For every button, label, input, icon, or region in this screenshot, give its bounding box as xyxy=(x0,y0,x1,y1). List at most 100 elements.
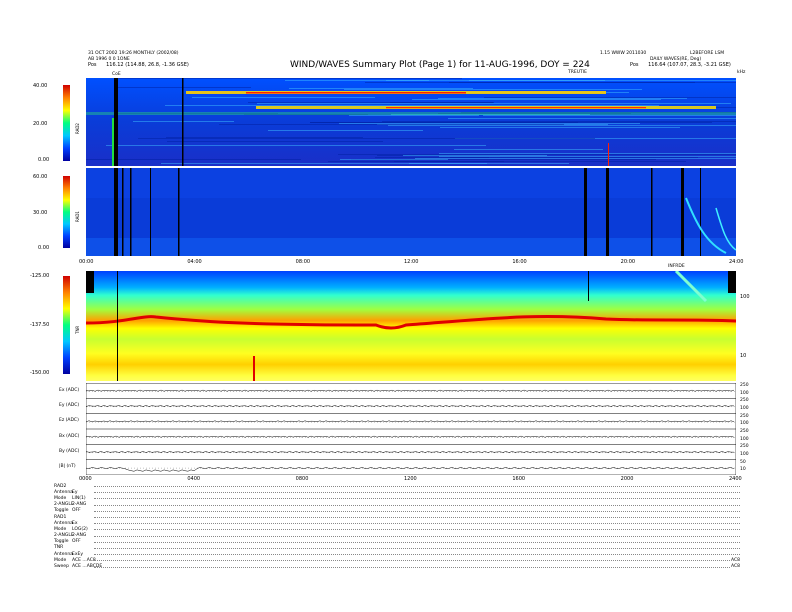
line-panel-label: Ez (ADC) xyxy=(59,418,79,424)
parameter-value: Ey xyxy=(72,489,78,495)
parameter-value: OFF xyxy=(72,539,81,545)
rad2-streak xyxy=(409,163,569,164)
parameter-value: LIN(1) xyxy=(72,495,86,501)
time-tick-label: 08:00 xyxy=(295,259,311,265)
rad1-gap xyxy=(114,168,118,256)
rad2-streak xyxy=(344,89,642,90)
bottom-time-tick-label: 1200 xyxy=(404,476,417,482)
rad2-streak xyxy=(166,137,363,138)
rad2-streak xyxy=(449,82,695,83)
rad1-gap xyxy=(606,168,609,256)
parameter-dots xyxy=(94,510,740,512)
line-panel-label: Ex (ADC) xyxy=(59,387,80,393)
rad2-streak xyxy=(412,99,661,100)
bottom-time-tick-label: 0000 xyxy=(79,476,92,482)
parameter-value: ExEy xyxy=(72,551,84,557)
time-tick-label: 16:00 xyxy=(512,259,527,265)
rad2-streak xyxy=(403,155,547,156)
time-tick-label: 12:00 xyxy=(404,259,419,265)
rad2-streak xyxy=(138,138,595,139)
rad2-streak xyxy=(388,125,736,126)
rad2-ytick-bottom: 0.00 xyxy=(38,157,50,163)
parameter-value: OFF xyxy=(72,508,81,514)
parameter-value: LOG(2) xyxy=(72,526,88,532)
line-panel-right-tick: 100 xyxy=(740,436,749,442)
line-panels xyxy=(86,383,736,475)
rad1-spectrogram xyxy=(86,168,736,256)
rad2-streak xyxy=(349,115,479,116)
parameter-key: Antenna xyxy=(54,520,73,526)
line-panel-right-tick: 250 xyxy=(740,429,749,434)
header-pos-right: Pos 116.64 (107.07, 28.3, -3.21 GSE) xyxy=(630,63,731,68)
parameter-key: 2-ANGLE xyxy=(54,502,74,508)
parameter-dots xyxy=(94,522,740,525)
rad2-streak xyxy=(484,97,736,98)
rad2-streak xyxy=(118,87,251,88)
rad2-red-tick xyxy=(608,143,609,166)
parameter-value: ACE ...ABCDE xyxy=(72,564,103,570)
parameter-key: Mode xyxy=(54,557,67,563)
parameter-value: ACE ...AC8 xyxy=(72,557,96,563)
header-line1-right-b: L2BEFORE LSM xyxy=(690,51,725,56)
parameter-dots xyxy=(94,485,740,488)
header-line1-left: 31 OCT 2002 19:26 MONTHLY (2002/08) xyxy=(88,51,179,56)
parameter-end: AC8 xyxy=(730,564,740,570)
rad2-streak xyxy=(219,124,564,125)
tnr-spectrogram xyxy=(86,271,736,381)
rad2-streak xyxy=(289,88,473,89)
rad2-streak xyxy=(167,141,383,142)
rad2-streak xyxy=(165,105,659,106)
line-panel-label: Ey (ADC) xyxy=(59,402,80,408)
pos-left-value: 116.12 (114.88, 26.8, -1.36 GSE) xyxy=(106,62,189,68)
parameter-key: Antenna xyxy=(54,551,73,557)
rad2-green-column xyxy=(112,118,114,166)
line-panel-right-tick: 250 xyxy=(740,383,749,388)
rad1-ytick-top: 60.00 xyxy=(33,174,48,180)
rad2-streak xyxy=(86,159,301,160)
parameter-dots xyxy=(94,547,740,549)
rad1-gap xyxy=(130,168,132,256)
tnr-ytick-mid: -137.50 xyxy=(30,322,50,328)
rad2-gap-1 xyxy=(114,78,118,166)
parameter-key: TNR xyxy=(54,545,64,551)
line-panel-right-tick: 100 xyxy=(740,390,749,396)
line-panel-label: Bx (ADC) xyxy=(59,433,80,439)
rad2-streak xyxy=(192,97,375,98)
rad2-streak xyxy=(440,127,680,128)
rad1-label: RAD1 xyxy=(75,211,80,222)
header-line1-right: 1.15 WWW 2011030 xyxy=(600,51,647,56)
parameter-dots xyxy=(94,491,740,494)
bottom-time-tick-label: 2000 xyxy=(620,476,634,482)
tnr-gap-left xyxy=(86,271,94,293)
parameter-key: RAD1 xyxy=(54,514,67,520)
tnr-vline-1 xyxy=(117,271,118,381)
parameter-key: Toggle xyxy=(54,539,69,545)
rad2-spectrogram xyxy=(86,78,736,166)
parameter-value: Ex xyxy=(72,520,78,526)
tnr-marker: INFRDE xyxy=(668,264,685,269)
top-marker-right: kHz xyxy=(737,70,746,75)
tnr-gap-right xyxy=(728,271,736,293)
rad2-streak xyxy=(483,115,736,116)
pos-left-label: Pos xyxy=(88,62,97,68)
rad2-ytick-top: 40.00 xyxy=(33,83,48,89)
rad2-streak xyxy=(438,98,687,99)
parameter-dots xyxy=(94,541,740,543)
rad2-label: RAD2 xyxy=(75,123,80,134)
parameter-dots xyxy=(94,516,740,519)
time-tick-label: 00:00 xyxy=(79,259,94,265)
parameter-key: Mode xyxy=(54,495,67,501)
parameter-dots xyxy=(94,553,740,556)
tnr-colorbar xyxy=(63,276,70,374)
rad2-gap-2 xyxy=(182,78,184,166)
rad2-streak xyxy=(268,130,423,131)
rad2-streak xyxy=(338,154,736,155)
rad1-ytick-mid: 30.00 xyxy=(33,210,48,216)
tnr-label: TNR xyxy=(75,325,80,334)
parameter-value: 2-ANG xyxy=(72,502,87,508)
rad1-gap xyxy=(681,168,684,256)
tnr-vline-2 xyxy=(588,271,589,301)
line-panel-label: |B| (nT) xyxy=(59,464,76,470)
rad2-emission-core-1 xyxy=(246,92,466,94)
header-pos-left: Pos 116.12 (114.88, 26.8, -1.36 GSE) xyxy=(88,63,189,68)
